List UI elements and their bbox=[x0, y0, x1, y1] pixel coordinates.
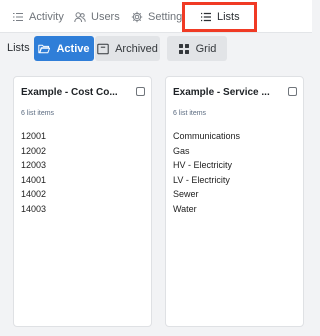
archived-filter-button[interactable]: Archived bbox=[95, 36, 160, 61]
card-select-checkbox[interactable] bbox=[136, 87, 145, 96]
list-item: Gas bbox=[173, 145, 190, 156]
tab-lists[interactable]: Lists bbox=[182, 2, 257, 32]
list-item: 14001 bbox=[21, 174, 47, 185]
list-item: 12002 bbox=[21, 145, 47, 156]
card-item-count: 6 list items bbox=[173, 110, 207, 117]
tab-activity[interactable]: Activity bbox=[12, 0, 64, 33]
tab-settings[interactable]: Settings bbox=[131, 0, 188, 33]
card-item-list: 12001 12002 12003 14001 14002 14003 bbox=[21, 129, 46, 216]
top-tab-bar: Activity Users Settings Lists bbox=[0, 0, 312, 33]
list-item: LV - Electricity bbox=[173, 174, 230, 185]
list-item: 12003 bbox=[21, 160, 47, 170]
list-card[interactable]: Example - Service ... 6 list items Commu… bbox=[165, 76, 304, 327]
archived-filter-label: Archived bbox=[115, 42, 158, 55]
list-item: Water bbox=[173, 203, 197, 214]
tab-activity-label: Activity bbox=[29, 10, 64, 23]
open-folder-icon bbox=[38, 43, 51, 55]
list-item: HV - Electricity bbox=[173, 160, 233, 170]
list-item: 14003 bbox=[21, 203, 47, 214]
card-title[interactable]: Example - Service ... bbox=[173, 87, 283, 98]
list-item: 12001 bbox=[21, 131, 47, 141]
gear-icon bbox=[131, 11, 143, 23]
archive-box-icon bbox=[97, 43, 109, 55]
lists-toolbar-label: Lists bbox=[7, 42, 30, 54]
grid-view-label: Grid bbox=[195, 42, 217, 55]
tab-users[interactable]: Users bbox=[74, 0, 120, 33]
tab-lists-label: Lists bbox=[217, 11, 240, 23]
activity-list-icon bbox=[12, 11, 24, 23]
card-item-list: Communications Gas HV - Electricity LV -… bbox=[173, 129, 240, 216]
users-icon bbox=[74, 11, 86, 23]
tab-users-label: Users bbox=[91, 10, 120, 23]
list-item: 14002 bbox=[21, 189, 47, 199]
card-select-checkbox[interactable] bbox=[288, 87, 297, 96]
active-filter-label: Active bbox=[56, 42, 90, 55]
grid-icon bbox=[178, 43, 190, 55]
list-item: Communications bbox=[173, 131, 241, 141]
card-title[interactable]: Example - Cost Co... bbox=[21, 87, 131, 98]
card-item-count: 6 list items bbox=[21, 110, 55, 117]
grid-view-button[interactable]: Grid bbox=[167, 36, 227, 61]
list-card[interactable]: Example - Cost Co... 6 list items 12001 … bbox=[13, 76, 152, 327]
list-item: Sewer bbox=[173, 189, 199, 199]
list-icon bbox=[200, 11, 212, 23]
active-filter-button[interactable]: Active bbox=[34, 36, 94, 61]
